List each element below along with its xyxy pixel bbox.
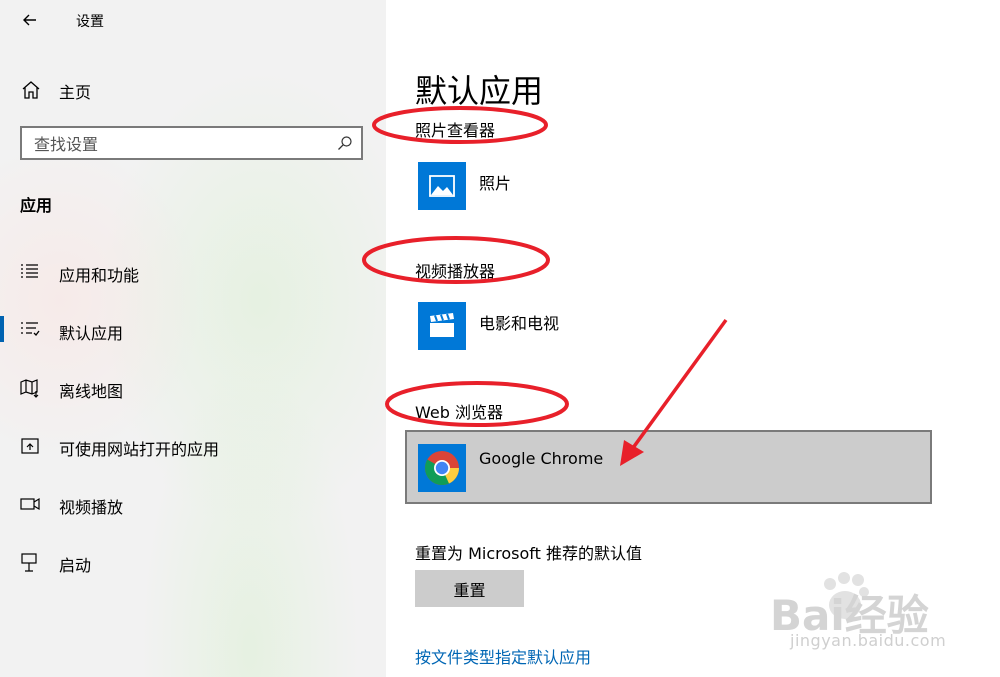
window-title: 设置 [76,14,104,30]
sidebar-item-apps-for-websites[interactable]: 可使用网站打开的应用 [0,424,386,468]
section-title: 应用 [20,196,53,215]
sidebar-item-video-playback[interactable]: 视频播放 [0,482,386,526]
choose-default-by-file-type-link[interactable]: 按文件类型指定默认应用 [415,644,591,668]
app-name: 电影和电视 [479,314,560,333]
home-icon [22,81,40,99]
reset-button[interactable]: 重置 [415,570,524,607]
sidebar-item-label: 视频播放 [59,498,124,517]
group-title-video-player: 视频播放器 [415,262,496,281]
sidebar-item-offline-maps[interactable]: 离线地图 [0,366,386,410]
sidebar-item-label: 应用和功能 [59,266,140,285]
sidebar-item-default-apps[interactable]: 默认应用 [0,308,386,352]
sidebar-item-apps-features[interactable]: 应用和功能 [0,250,386,294]
app-name: 照片 [479,174,512,193]
startup-icon [21,553,37,572]
watermark-url: jingyan.baidu.com [790,631,947,650]
default-apps-icon [21,322,40,336]
sidebar-item-startup[interactable]: 启动 [0,540,386,584]
group-title-web-browser: Web 浏览器 [415,403,503,422]
open-in-icon [21,438,39,454]
page-title: 默认应用 [415,72,544,110]
group-title-photo-viewer: 照片查看器 [415,121,496,140]
sidebar-item-label: 默认应用 [59,324,124,343]
chrome-icon [418,444,466,492]
video-icon [20,497,40,511]
search-icon[interactable] [337,135,353,151]
list-icon [21,264,38,278]
photos-icon [418,162,466,210]
search-box[interactable] [20,126,363,160]
app-name: Google Chrome [479,449,604,468]
back-arrow-icon [23,14,36,26]
reset-label: 重置为 Microsoft 推荐的默认值 [415,544,642,563]
sidebar-item-label: 可使用网站打开的应用 [59,440,220,459]
sidebar-item-label: 主页 [59,83,92,102]
web-browser-app-button[interactable]: Google Chrome [405,430,932,504]
sidebar-item-home[interactable]: 主页 [0,70,386,110]
settings-sidebar: 设置 主页 应用 应用和功能 默认应用 离线地图 [0,0,386,677]
back-button[interactable] [18,8,42,32]
sidebar-item-label: 启动 [59,556,92,575]
movies-tv-icon [418,302,466,350]
sidebar-item-label: 离线地图 [59,382,124,401]
search-input[interactable] [34,133,324,155]
map-icon [20,379,39,398]
